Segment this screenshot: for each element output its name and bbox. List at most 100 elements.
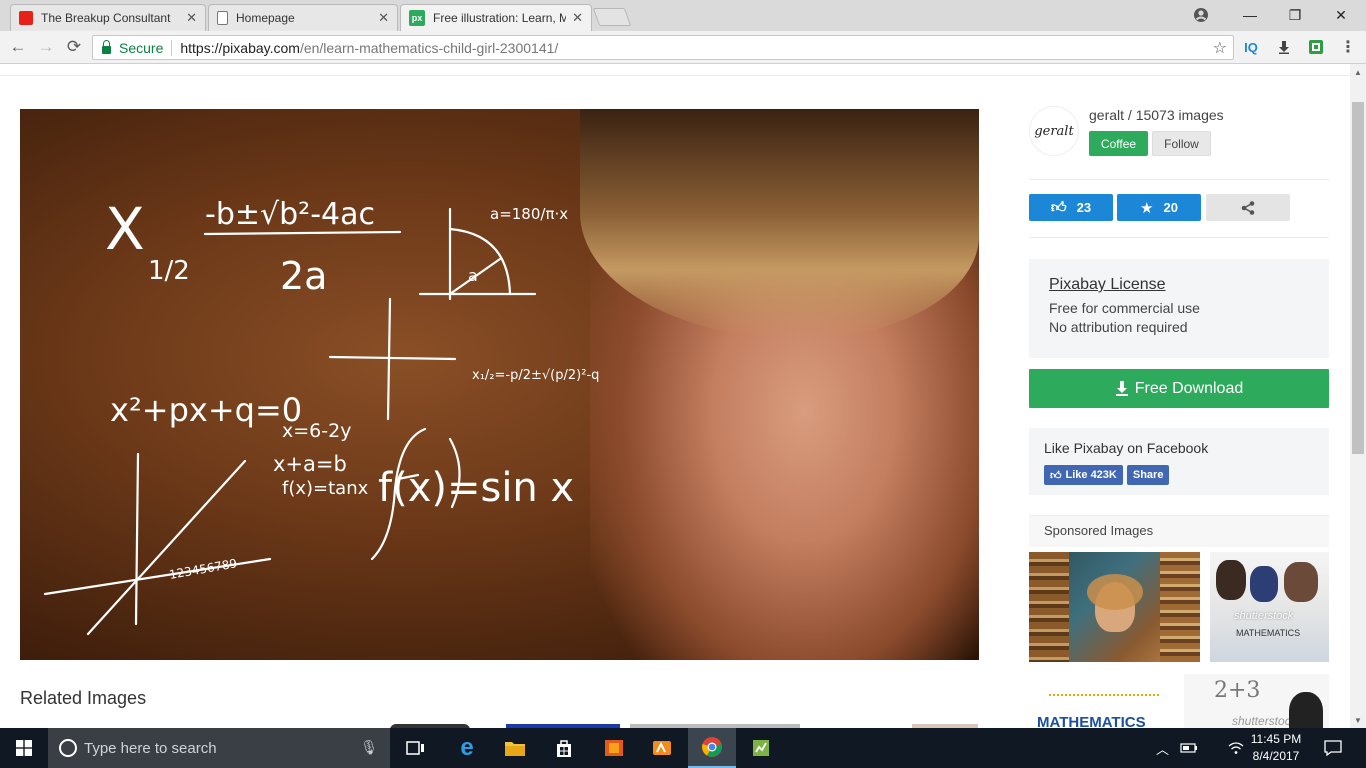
close-icon[interactable]: ✕ <box>186 10 197 26</box>
clock-time: 11:45 PM <box>1250 732 1302 746</box>
scroll-up-icon[interactable]: ▲ <box>1350 64 1366 80</box>
office-icon[interactable] <box>590 728 638 768</box>
license-box: Pixabay License Free for commercial use … <box>1029 259 1329 358</box>
edge-icon[interactable]: e <box>443 728 491 768</box>
sponsored-image-mathematics[interactable]: MATHEMATICS <box>1029 674 1172 728</box>
battery-icon[interactable] <box>1180 728 1198 768</box>
math-formulas-overlay: X 1/2 -b±√b²-4ac 2a a=180/π·x a x²+px+q=… <box>43 195 599 636</box>
bookmark-star-icon[interactable]: ☆ <box>1213 38 1227 58</box>
tab-pixabay[interactable]: px Free illustration: Learn, M ✕ <box>400 4 592 31</box>
sponsored-image-chalkboard[interactable]: 2+3 shutterstock <box>1184 674 1329 728</box>
share-button[interactable] <box>1206 194 1290 221</box>
pixabay-icon: px <box>409 10 425 26</box>
hero-image[interactable]: X 1/2 -b±√b²-4ac 2a a=180/π·x a x²+px+q=… <box>20 109 979 660</box>
minimize-icon[interactable]: — <box>1227 0 1273 30</box>
chalk-text: 2+3 <box>1214 678 1261 703</box>
forward-icon[interactable]: → <box>34 36 58 58</box>
student-figure <box>1284 562 1318 602</box>
divider <box>171 39 173 56</box>
back-icon[interactable]: ← <box>6 36 30 58</box>
microphone-icon[interactable]: 🎙︎ <box>360 739 378 756</box>
decoration <box>1049 694 1159 708</box>
menu-icon[interactable]: ⋮ <box>1340 38 1356 56</box>
tab-strip: The Breakup Consultant ✕ Homepage ✕ px F… <box>0 0 1366 31</box>
address-bar[interactable]: Secure https://pixabay.com/en/learn-math… <box>92 35 1234 60</box>
facebook-share-button[interactable]: Share <box>1126 465 1170 485</box>
spreadsheet-app-icon[interactable] <box>737 728 785 768</box>
watermark: shutterstock <box>1232 714 1297 728</box>
profile-icon[interactable] <box>1178 0 1224 30</box>
url-host: https://pixabay.com <box>180 39 300 56</box>
taskbar-search[interactable]: Type here to search 🎙︎ <box>48 728 390 768</box>
license-line: Free for commercial use <box>1049 300 1200 316</box>
page-content: X 1/2 -b±√b²-4ac 2a a=180/π·x a x²+px+q=… <box>0 64 1350 728</box>
new-tab-button[interactable] <box>592 8 632 26</box>
follow-button[interactable]: Follow <box>1152 131 1211 156</box>
cortana-icon <box>59 739 77 757</box>
page-icon <box>217 11 228 25</box>
author-avatar[interactable]: geralt <box>1029 106 1079 156</box>
windows-start-icon[interactable] <box>0 728 48 768</box>
app-icon[interactable] <box>638 728 686 768</box>
close-window-icon[interactable]: ✕ <box>1318 0 1364 30</box>
restore-icon[interactable]: ❐ <box>1272 0 1318 30</box>
youtube-icon <box>19 11 33 25</box>
wifi-icon[interactable] <box>1228 728 1244 768</box>
tray-overflow-icon[interactable]: ︿ <box>1156 728 1169 768</box>
license-line: No attribution required <box>1049 319 1188 335</box>
scroll-down-icon[interactable]: ▼ <box>1350 712 1366 728</box>
author-name[interactable]: geralt / 15073 images <box>1089 107 1224 123</box>
taskbar-clock[interactable]: 11:45 PM 8/4/2017 <box>1246 731 1306 765</box>
like-button[interactable]: 👍︎ 23 <box>1029 194 1113 221</box>
like-count: 23 <box>1076 200 1092 215</box>
formula-sin: f(x)=sin x <box>378 465 574 511</box>
formula-pq: x²+px+q=0 <box>110 391 302 429</box>
file-explorer-icon[interactable] <box>491 728 539 768</box>
tab-breakup-consultant[interactable]: The Breakup Consultant ✕ <box>10 4 206 31</box>
close-icon[interactable]: ✕ <box>378 10 389 26</box>
formula-sub: 1/2 <box>148 256 190 286</box>
facebook-like-button[interactable]: 👍︎ Like 423K <box>1044 465 1123 485</box>
license-link[interactable]: Pixabay License <box>1049 276 1309 294</box>
extension-icon[interactable] <box>1307 38 1325 56</box>
formula-denominator: 2a <box>280 254 327 298</box>
browser-toolbar: ← → ⟳ Secure https://pixabay.com/en/lear… <box>0 31 1366 64</box>
angle-label: a <box>468 266 478 285</box>
favorite-button[interactable]: ★ 20 <box>1117 194 1201 221</box>
free-download-button[interactable]: Free Download <box>1029 369 1329 408</box>
thumbs-up-icon: 👍︎ <box>1050 198 1067 216</box>
watermark: shutterstock <box>1234 610 1294 622</box>
formula-x-plus: x+a=b <box>273 452 347 476</box>
tab-homepage[interactable]: Homepage ✕ <box>208 4 398 31</box>
secure-label: Secure <box>119 39 164 56</box>
clock-date: 8/4/2017 <box>1252 749 1300 763</box>
download-arrow-icon <box>1115 381 1128 396</box>
formula-numerator: -b±√b²-4ac <box>205 197 375 232</box>
download-label: Free Download <box>1134 379 1244 397</box>
sponsored-image-girl-books[interactable] <box>1029 552 1200 662</box>
download-icon[interactable] <box>1274 38 1294 56</box>
image-actions: 👍︎ 23 ★ 20 <box>1029 180 1329 238</box>
reload-icon[interactable]: ⟳ <box>62 36 86 58</box>
lock-icon <box>102 39 111 54</box>
coffee-button[interactable]: Coffee <box>1089 131 1148 156</box>
formula-x-eq: x=6-2y <box>282 420 351 442</box>
task-view-icon[interactable] <box>392 728 440 768</box>
tab-title: Homepage <box>236 11 295 25</box>
image-caption: MATHEMATICS <box>1037 714 1146 728</box>
star-icon: ★ <box>1140 199 1154 217</box>
share-icon <box>1241 200 1255 215</box>
favorite-count: 20 <box>1163 200 1178 215</box>
close-icon[interactable]: ✕ <box>572 10 583 26</box>
tab-title: Free illustration: Learn, M <box>433 11 567 25</box>
sponsored-title: Sponsored Images <box>1029 515 1329 547</box>
iq-extension-icon[interactable]: IQ <box>1241 38 1261 56</box>
page-scrollbar[interactable]: ▲ ▼ <box>1350 64 1366 728</box>
search-placeholder: Type here to search <box>84 739 217 757</box>
store-icon[interactable] <box>540 728 588 768</box>
notification-icon[interactable] <box>1324 728 1342 768</box>
girl-hair <box>1087 574 1143 610</box>
sponsored-image-classroom[interactable]: shutterstock MATHEMATICS <box>1210 552 1329 662</box>
scrollbar-thumb[interactable] <box>1352 102 1364 454</box>
chrome-icon[interactable] <box>688 728 736 768</box>
